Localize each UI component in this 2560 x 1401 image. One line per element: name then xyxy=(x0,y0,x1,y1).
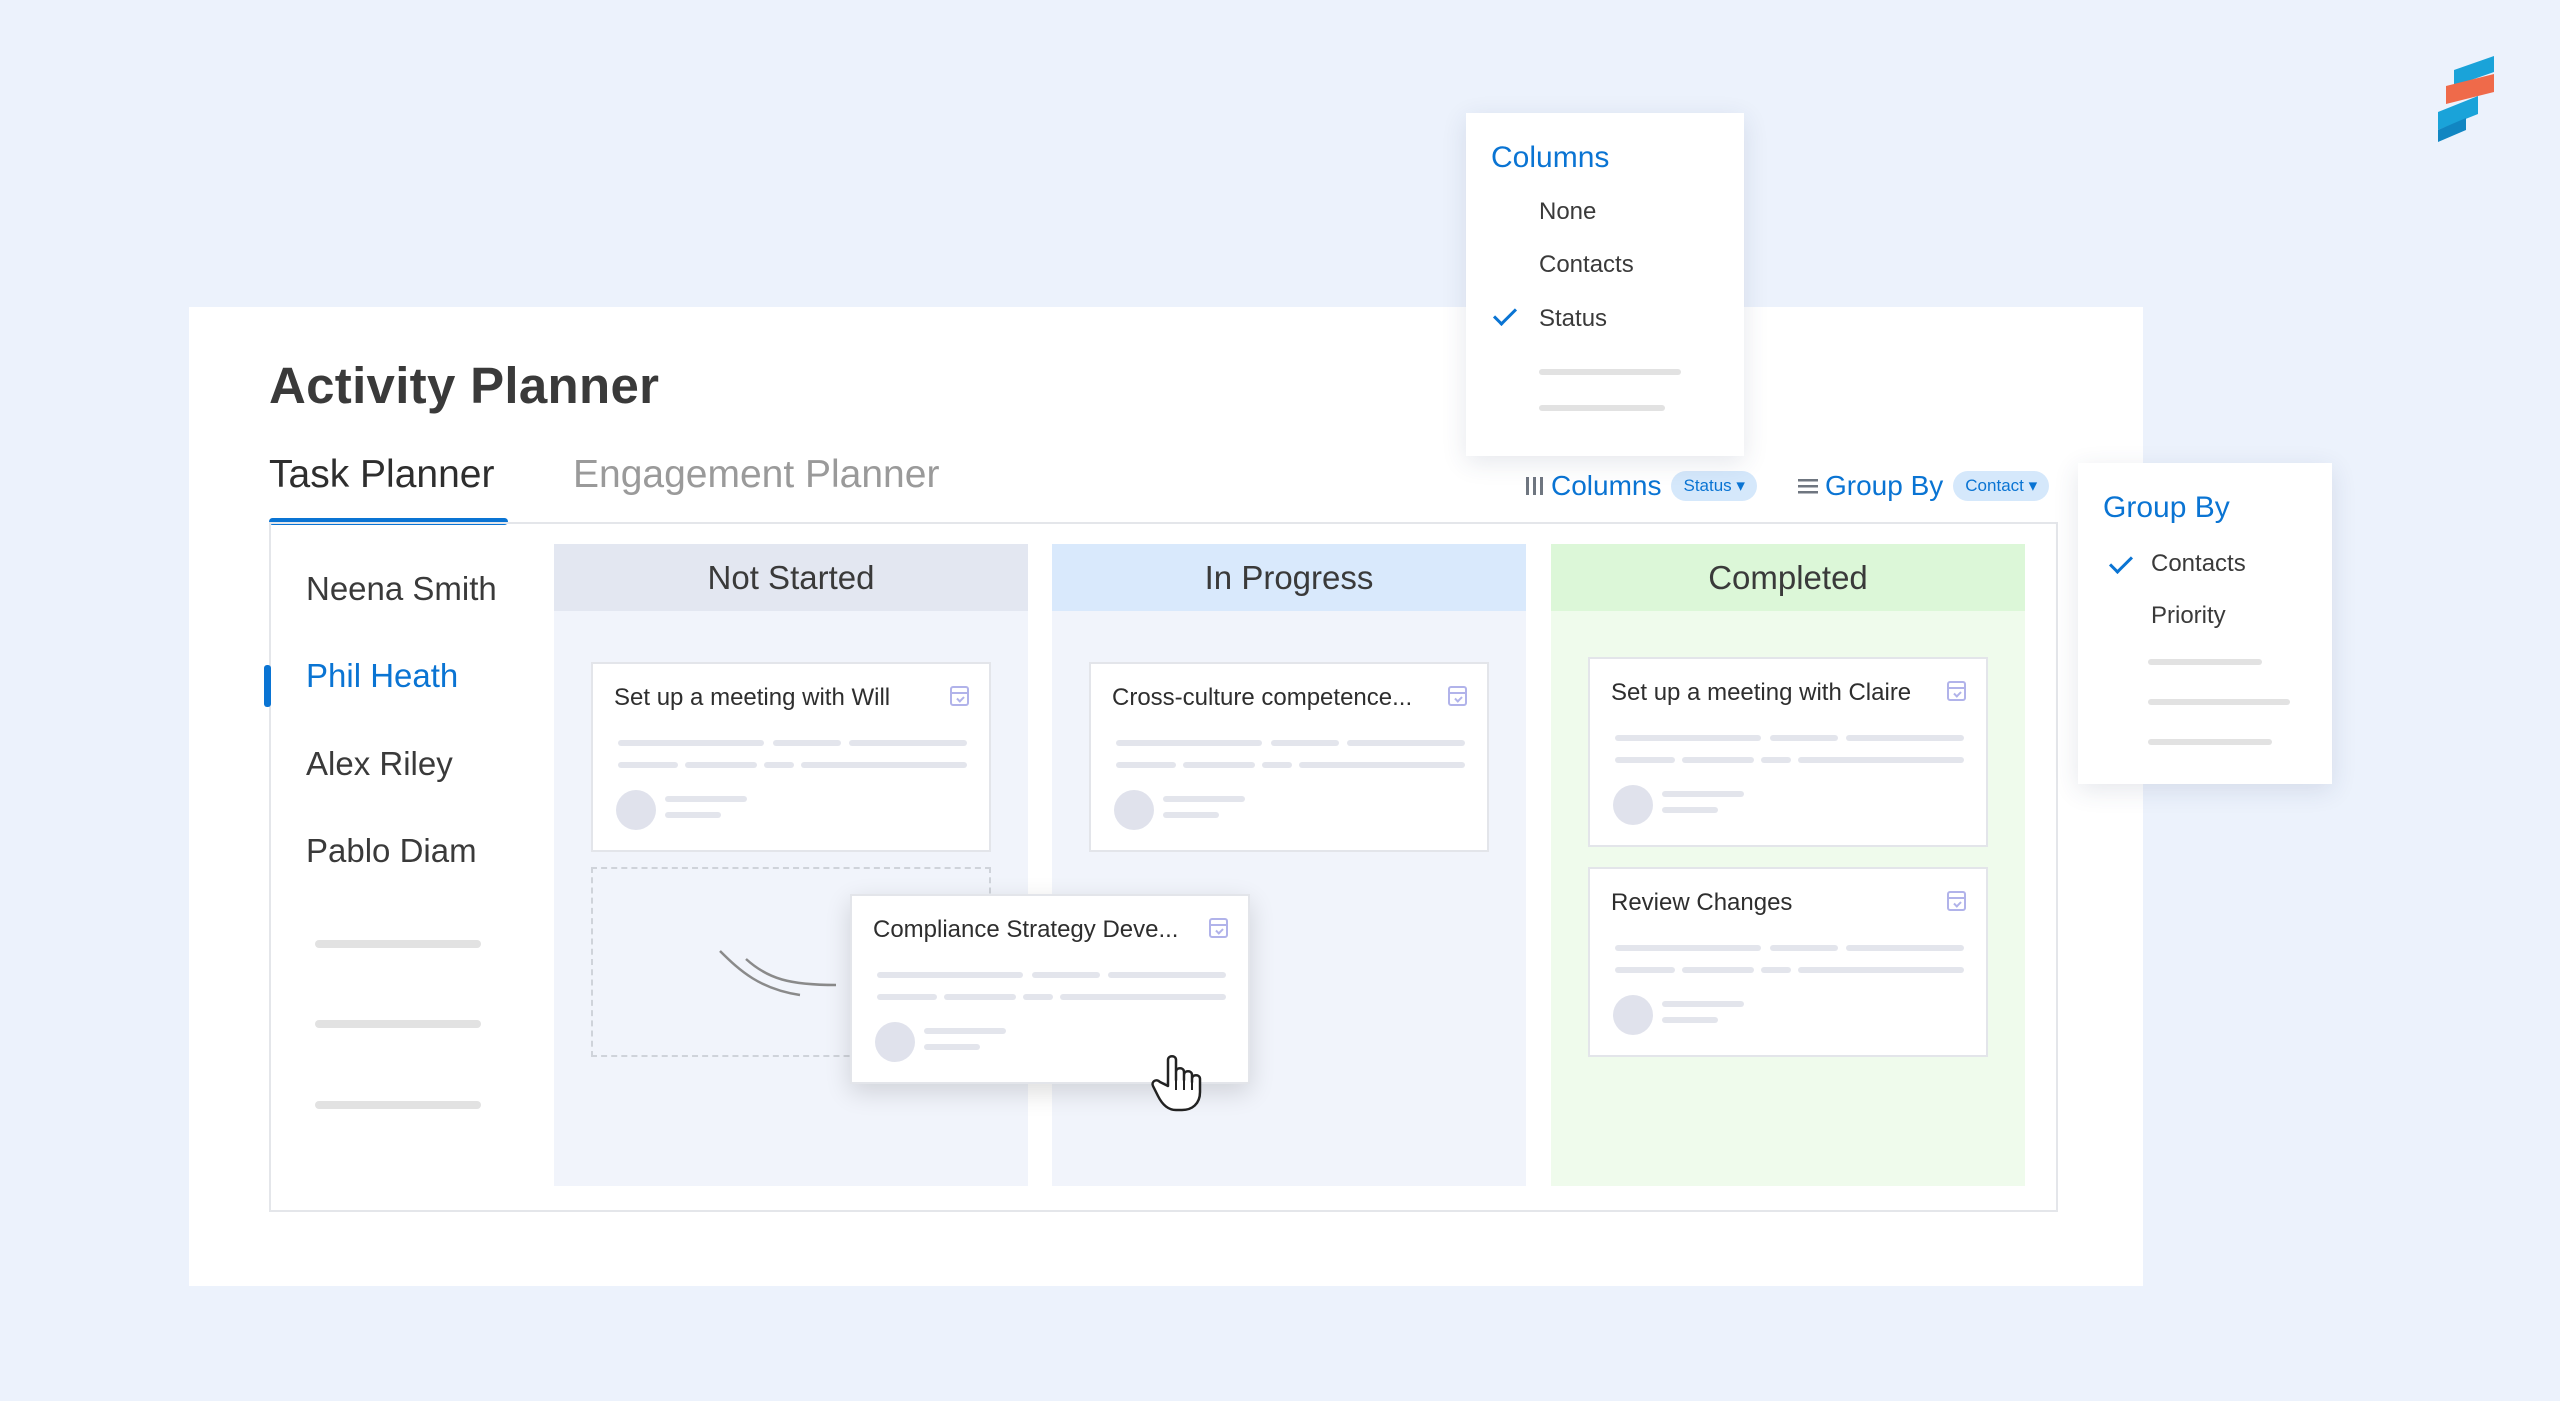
assignee-avatar xyxy=(875,1022,915,1062)
assignee-avatar xyxy=(616,790,656,830)
column-header: In Progress xyxy=(1052,544,1526,611)
list-icon xyxy=(1798,479,1818,494)
column-in-progress: In Progress Cross-culture competence... xyxy=(1052,544,1526,1186)
columns-option-status[interactable]: Status xyxy=(1539,305,1607,333)
columns-dropdown: Columns None Contacts Status xyxy=(1466,113,1744,456)
column-header: Completed xyxy=(1551,544,2025,611)
brand-logo-icon xyxy=(2438,56,2494,142)
tab-task-planner[interactable]: Task Planner xyxy=(269,453,494,497)
columns-icon xyxy=(1526,477,1543,495)
column-completed: Completed Set up a meeting with Claire R… xyxy=(1551,544,2025,1186)
placeholder-line xyxy=(1539,369,1681,375)
group-by-control[interactable]: Group By Contact ▾ xyxy=(1797,470,2050,502)
placeholder-line xyxy=(1539,405,1665,411)
columns-label: Columns xyxy=(1551,470,1662,501)
placeholder-line xyxy=(2148,739,2272,745)
tab-engagement-planner[interactable]: Engagement Planner xyxy=(573,453,939,497)
contact-name: Phil Heath xyxy=(306,657,459,694)
checkmark-icon xyxy=(2108,549,2134,575)
column-header: Not Started xyxy=(554,544,1028,611)
contact-item[interactable]: Alex Riley xyxy=(306,745,453,783)
dropdown-title: Columns xyxy=(1491,141,1610,174)
assignee-avatar xyxy=(1613,995,1653,1035)
calendar-icon[interactable] xyxy=(1947,891,1966,911)
page-title: Activity Planner xyxy=(269,357,660,414)
task-card-title: Set up a meeting with Claire xyxy=(1611,679,1912,706)
group-by-label: Group By xyxy=(1825,470,1944,501)
dropdown-title: Group By xyxy=(2103,491,2230,524)
column-not-started: Not Started Set up a meeting with Will xyxy=(554,544,1028,1186)
calendar-icon[interactable] xyxy=(1448,686,1467,706)
columns-control[interactable]: Columns Status ▾ xyxy=(1525,470,1757,502)
columns-option-contacts[interactable]: Contacts xyxy=(1539,251,1634,279)
contact-item[interactable]: Neena Smith xyxy=(306,570,497,608)
group-by-option-priority[interactable]: Priority xyxy=(2151,602,2226,630)
drag-motion-lines-icon xyxy=(719,950,836,997)
task-card-title: Set up a meeting with Will xyxy=(614,684,891,711)
task-card[interactable]: Set up a meeting with Will xyxy=(591,662,991,852)
group-by-value-badge[interactable]: Contact ▾ xyxy=(1953,471,2050,501)
placeholder-line xyxy=(315,1020,481,1028)
assignee-avatar xyxy=(1114,790,1154,830)
task-card-title: Cross-culture competence... xyxy=(1112,684,1413,711)
contact-item[interactable]: Pablo Diam xyxy=(306,832,477,870)
placeholder-line xyxy=(2148,659,2262,665)
calendar-icon[interactable] xyxy=(1947,681,1966,701)
columns-option-none[interactable]: None xyxy=(1539,198,1596,226)
assignee-avatar xyxy=(1613,785,1653,825)
task-card-title: Review Changes xyxy=(1611,889,1793,916)
group-by-option-contacts[interactable]: Contacts xyxy=(2151,550,2246,578)
task-card-title: Compliance Strategy Deve... xyxy=(873,916,1179,943)
calendar-icon[interactable] xyxy=(950,686,969,706)
placeholder-line xyxy=(315,940,481,948)
group-by-dropdown: Group By Contacts Priority xyxy=(2078,463,2332,784)
contact-item-active[interactable]: Phil Heath xyxy=(264,657,459,707)
checkmark-icon xyxy=(1492,301,1518,327)
active-contact-indicator xyxy=(264,665,271,707)
task-card[interactable]: Set up a meeting with Claire xyxy=(1588,657,1988,847)
columns-value-badge[interactable]: Status ▾ xyxy=(1671,471,1757,501)
task-card[interactable]: Review Changes xyxy=(1588,867,1988,1057)
placeholder-line xyxy=(2148,699,2290,705)
placeholder-line xyxy=(315,1101,481,1109)
calendar-icon[interactable] xyxy=(1209,918,1228,938)
hand-cursor-icon xyxy=(1151,1055,1202,1112)
task-card[interactable]: Cross-culture competence... xyxy=(1089,662,1489,852)
